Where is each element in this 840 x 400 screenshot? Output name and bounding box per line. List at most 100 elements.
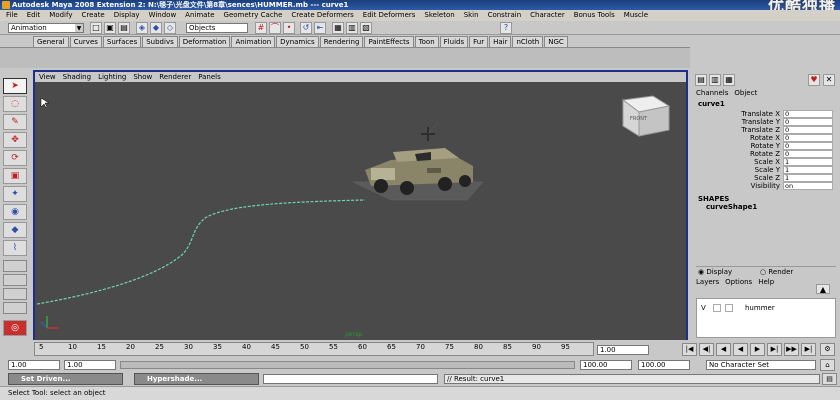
step-back-icon[interactable]: ◀|: [699, 343, 714, 356]
attr-value[interactable]: on: [783, 182, 833, 190]
key-icon[interactable]: ⌂: [820, 359, 835, 371]
script-editor-icon[interactable]: ▤: [822, 373, 837, 385]
attr-row[interactable]: Translate X0: [692, 110, 840, 118]
attr-row[interactable]: Rotate X0: [692, 134, 840, 142]
last-tool-icon[interactable]: ◆: [3, 222, 27, 238]
select-tool-icon[interactable]: ➤: [3, 78, 27, 94]
display-radio[interactable]: ◉ Display: [698, 267, 732, 277]
lasso-tool-icon[interactable]: ◌: [3, 96, 27, 112]
select-object-icon[interactable]: ◆: [150, 22, 162, 34]
selection-mask-field[interactable]: Objects: [186, 23, 248, 33]
playback-end-field[interactable]: 100.00: [580, 360, 632, 370]
step-forward-key-icon[interactable]: ▶|: [767, 343, 782, 356]
shelf-tab-painteffects[interactable]: PaintEffects: [364, 36, 414, 47]
render-frame-icon[interactable]: ▦: [332, 22, 344, 34]
attr-value[interactable]: 0: [783, 150, 833, 158]
layer-menu-help[interactable]: Help: [758, 278, 774, 286]
layer-name[interactable]: hummer: [745, 303, 775, 313]
attribute-editor-toggle-icon[interactable]: ▥: [709, 74, 721, 86]
shelf-tab-animation[interactable]: Animation: [231, 36, 276, 47]
menu-window[interactable]: Window: [149, 10, 177, 21]
vp-menu-panels[interactable]: Panels: [198, 72, 221, 82]
vp-menu-shading[interactable]: Shading: [63, 72, 91, 82]
shelf-tab-dynamics[interactable]: Dynamics: [276, 36, 319, 47]
menu-file[interactable]: File: [6, 10, 18, 21]
shelf-tab-ngc[interactable]: NGC: [544, 36, 568, 47]
menu-muscle[interactable]: Muscle: [624, 10, 648, 21]
attr-value[interactable]: 0: [783, 134, 833, 142]
character-set-dropdown[interactable]: No Character Set: [706, 360, 816, 370]
vp-menu-show[interactable]: Show: [133, 72, 152, 82]
new-scene-icon[interactable]: □: [90, 22, 102, 34]
attr-value[interactable]: 0: [783, 110, 833, 118]
menu-constrain[interactable]: Constrain: [488, 10, 522, 21]
layout-single-icon[interactable]: [3, 260, 27, 272]
menu-geometry-cache[interactable]: Geometry Cache: [224, 10, 283, 21]
channel-box-toggle-icon[interactable]: ▤: [695, 74, 707, 86]
attr-row[interactable]: Scale Y1: [692, 166, 840, 174]
mel-command-input[interactable]: [263, 374, 438, 384]
shelf-tab-rendering[interactable]: Rendering: [319, 36, 364, 47]
shelf-tab-deformation[interactable]: Deformation: [178, 36, 231, 47]
menu-modify[interactable]: Modify: [49, 10, 72, 21]
paint-select-tool-icon[interactable]: ✎: [3, 114, 27, 130]
shape-name[interactable]: curveShape1: [698, 203, 757, 211]
layer-row[interactable]: V hummer: [697, 303, 835, 313]
shelf-tab-fluids[interactable]: Fluids: [439, 36, 469, 47]
task-hypershade[interactable]: Hypershade...: [134, 373, 259, 385]
attr-row[interactable]: Translate Z0: [692, 126, 840, 134]
rotate-tool-icon[interactable]: ⟳: [3, 150, 27, 166]
menu-edit-deformers[interactable]: Edit Deformers: [363, 10, 416, 21]
menu-character[interactable]: Character: [530, 10, 565, 21]
select-hierarchy-icon[interactable]: ◈: [136, 22, 148, 34]
tool-settings-toggle-icon[interactable]: ▦: [723, 74, 735, 86]
snap-grid-icon[interactable]: #: [255, 22, 267, 34]
layer-menu-options[interactable]: Options: [725, 278, 752, 286]
select-component-icon[interactable]: ◇: [164, 22, 176, 34]
scene-canvas[interactable]: FRONT persp: [35, 82, 686, 340]
heart-icon[interactable]: ♥: [808, 74, 820, 86]
layout-four-icon[interactable]: [3, 274, 27, 286]
attr-value[interactable]: 0: [783, 142, 833, 150]
go-to-start-icon[interactable]: |◀: [682, 343, 697, 356]
shelf-tab-curves[interactable]: Curves: [69, 36, 102, 47]
menu-create-deformers[interactable]: Create Deformers: [291, 10, 353, 21]
render-radio[interactable]: ○ Render: [760, 267, 793, 277]
attr-row[interactable]: Rotate Y0: [692, 142, 840, 150]
soft-mod-tool-icon[interactable]: ◉: [3, 204, 27, 220]
layer-template-box[interactable]: [713, 304, 721, 312]
attr-row[interactable]: Translate Y0: [692, 118, 840, 126]
end-time-field[interactable]: 100.00: [638, 360, 690, 370]
shelf-tab-subdivs[interactable]: Subdivs: [142, 36, 178, 47]
perspective-viewport[interactable]: View Shading Lighting Show Renderer Pane…: [33, 70, 688, 340]
tab-channels[interactable]: Channels: [696, 89, 728, 97]
layer-menu-layers[interactable]: Layers: [696, 278, 719, 286]
playback-start-field[interactable]: 1.00: [64, 360, 116, 370]
attr-row[interactable]: Visibility on: [692, 182, 840, 190]
animation-prefs-icon[interactable]: ⚙: [820, 343, 835, 356]
start-time-field[interactable]: 1.00: [8, 360, 60, 370]
open-scene-icon[interactable]: ▣: [104, 22, 116, 34]
time-ticks[interactable]: 5 10 15 20 25 30 35 40 45 50 55 60 65 70…: [34, 342, 594, 356]
shelf-tab-general[interactable]: General: [33, 36, 69, 47]
range-bar[interactable]: [120, 361, 575, 369]
ipr-render-icon[interactable]: ▥: [346, 22, 358, 34]
attr-value[interactable]: 0: [783, 118, 833, 126]
shelf-tab-toon[interactable]: Toon: [414, 36, 439, 47]
play-forward-icon[interactable]: ▶: [750, 343, 765, 356]
step-forward-icon[interactable]: ▶▶: [784, 343, 799, 356]
attr-value[interactable]: 1: [783, 166, 833, 174]
vp-menu-view[interactable]: View: [39, 72, 56, 82]
shelf-tab-ncloth[interactable]: nCloth: [512, 36, 544, 47]
shelf-tab-surfaces[interactable]: Surfaces: [102, 36, 142, 47]
vp-menu-renderer[interactable]: Renderer: [159, 72, 191, 82]
save-scene-icon[interactable]: ▤: [118, 22, 130, 34]
history-icon[interactable]: ↺: [300, 22, 312, 34]
menu-set-dropdown[interactable]: Animation ▼: [8, 23, 84, 33]
menu-skeleton[interactable]: Skeleton: [424, 10, 454, 21]
curve1-path[interactable]: [36, 199, 366, 305]
attr-value[interactable]: 0: [783, 126, 833, 134]
menu-display[interactable]: Display: [114, 10, 140, 21]
layer-color-box[interactable]: [725, 304, 733, 312]
time-slider[interactable]: 5 10 15 20 25 30 35 40 45 50 55 60 65 70…: [0, 342, 840, 358]
